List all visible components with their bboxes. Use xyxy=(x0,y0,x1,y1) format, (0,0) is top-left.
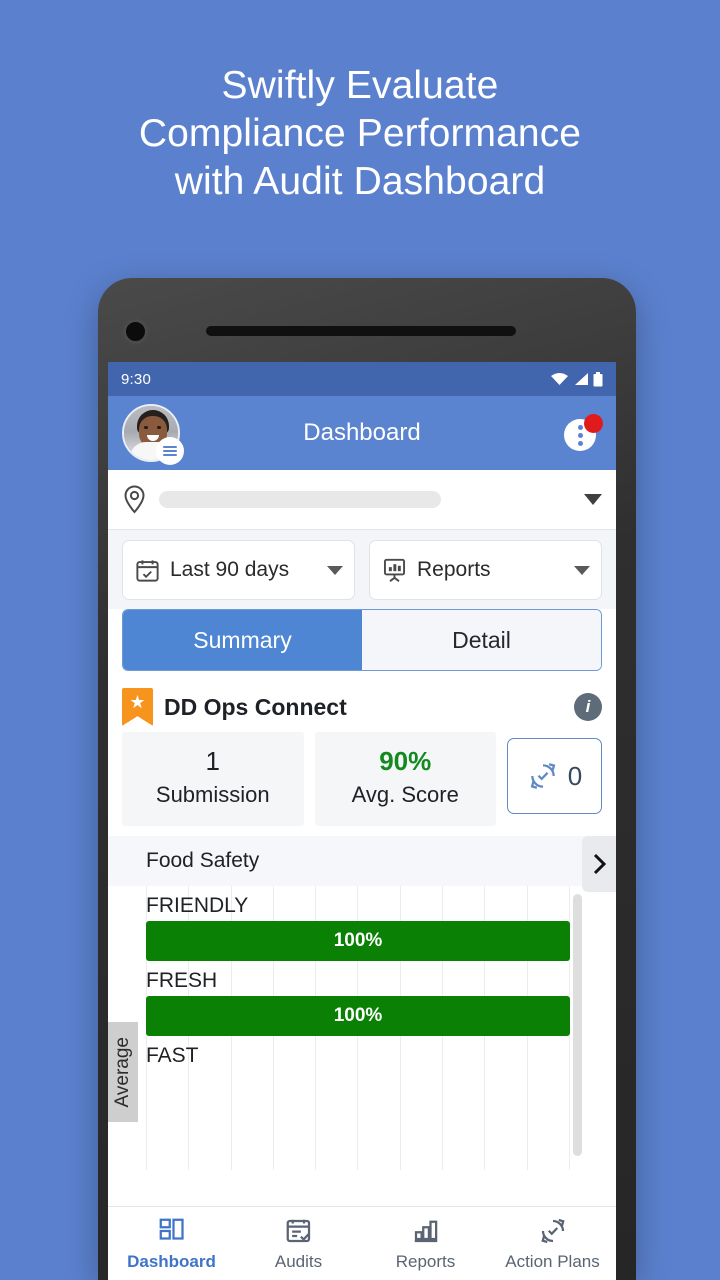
app-bar: Dashboard xyxy=(108,396,616,470)
bar-value[interactable]: 100% xyxy=(146,921,570,961)
nav-action-plans-label: Action Plans xyxy=(505,1251,600,1271)
bar-value[interactable]: 100% xyxy=(146,996,570,1036)
chart-plot-area: FRIENDLY 100% FRESH 100% FAST xyxy=(108,886,616,1170)
stat-submissions-label: Submission xyxy=(155,782,270,807)
calendar-icon xyxy=(136,559,159,582)
chart-bar-row: FRESH 100% xyxy=(146,961,570,1036)
reports-board-icon xyxy=(383,558,406,582)
stats-row: 1 Submission 90% Avg. Score 0 xyxy=(108,732,616,836)
stat-avg-score: 90% Avg. Score xyxy=(314,732,496,826)
battery-icon xyxy=(593,371,603,386)
stat-avg-score-value: 90% xyxy=(379,746,432,776)
action-plans-chip[interactable]: 0 xyxy=(507,738,602,814)
location-pin-icon xyxy=(124,485,145,514)
summary-detail-tabs: Summary Detail xyxy=(122,609,602,671)
status-icons xyxy=(550,371,603,387)
stat-submissions-value: 1 xyxy=(205,746,220,776)
chart-axis-label: Average xyxy=(108,1022,138,1122)
chart-title: Food Safety xyxy=(108,836,616,886)
chart-scrollbar[interactable] xyxy=(573,894,582,1156)
card-header: ★ DD Ops Connect i xyxy=(108,680,616,732)
action-plans-count: 0 xyxy=(567,760,583,791)
front-camera-icon xyxy=(123,319,148,344)
chevron-down-icon[interactable] xyxy=(574,565,590,575)
page-headline: Swiftly Evaluate Compliance Performance … xyxy=(0,62,720,206)
reports-filter[interactable]: Reports xyxy=(369,540,602,600)
wifi-icon xyxy=(551,373,568,385)
status-time: 9:30 xyxy=(121,370,151,388)
page-title: Dashboard xyxy=(303,419,421,446)
bar-label: FRIENDLY xyxy=(146,894,249,917)
date-range-label: Last 90 days xyxy=(170,558,290,581)
nav-dashboard-label: Dashboard xyxy=(127,1251,216,1271)
card-title: DD Ops Connect xyxy=(164,693,347,720)
bar-label: FAST xyxy=(146,1044,199,1067)
more-vertical-button[interactable] xyxy=(562,413,603,453)
tab-summary[interactable]: Summary xyxy=(123,610,362,670)
star-bookmark-icon: ★ xyxy=(122,688,153,726)
bar-chart-icon xyxy=(414,1220,437,1242)
nav-dashboard[interactable]: Dashboard xyxy=(108,1216,235,1272)
notification-badge xyxy=(584,414,603,433)
nav-audits-label: Audits xyxy=(274,1251,323,1271)
chevron-down-icon[interactable] xyxy=(327,565,343,575)
nav-audits[interactable]: Audits xyxy=(235,1216,362,1272)
cellular-signal-icon xyxy=(575,373,588,385)
action-plans-icon xyxy=(530,763,556,789)
headline-line-3: with Audit Dashboard xyxy=(174,160,546,203)
hamburger-menu-icon[interactable] xyxy=(156,437,184,465)
bar-label: FRESH xyxy=(146,969,218,992)
chart-bar-row: FAST xyxy=(146,1036,570,1071)
info-icon[interactable]: i xyxy=(574,693,602,721)
reports-label: Reports xyxy=(417,558,491,581)
dashboard-grid-icon xyxy=(159,1218,184,1240)
stat-submissions: 1 Submission xyxy=(122,732,304,826)
location-selector[interactable] xyxy=(108,470,616,530)
phone-mockup: 9:30 Dashboard Last 90 days Reports Summ… xyxy=(98,278,636,1280)
bottom-navigation: Dashboard Audits Reports Action Plans xyxy=(108,1206,616,1280)
food-safety-chart: Food Safety FRIENDLY 100% FRESH 100% FAS… xyxy=(108,836,616,1178)
filter-row: Last 90 days Reports xyxy=(108,530,616,609)
avatar-button[interactable] xyxy=(122,404,184,465)
earpiece-speaker xyxy=(206,326,516,336)
headline-line-1: Swiftly Evaluate xyxy=(221,64,499,107)
nav-action-plans[interactable]: Action Plans xyxy=(489,1216,616,1272)
nav-reports[interactable]: Reports xyxy=(362,1216,489,1272)
chevron-down-icon[interactable] xyxy=(584,494,602,505)
stat-avg-score-label: Avg. Score xyxy=(351,782,459,807)
next-card-button[interactable] xyxy=(582,836,616,892)
status-bar: 9:30 xyxy=(108,362,616,396)
chevron-right-icon xyxy=(593,853,607,875)
audit-checklist-icon xyxy=(286,1219,310,1242)
nav-reports-label: Reports xyxy=(395,1251,456,1271)
action-plans-icon xyxy=(540,1218,565,1243)
location-input[interactable] xyxy=(159,491,441,508)
tab-detail[interactable]: Detail xyxy=(362,610,601,670)
date-range-filter[interactable]: Last 90 days xyxy=(122,540,355,600)
chart-bar-row: FRIENDLY 100% xyxy=(146,886,570,961)
phone-screen: 9:30 Dashboard Last 90 days Reports Summ… xyxy=(108,362,616,1280)
headline-line-2: Compliance Performance xyxy=(138,112,582,155)
